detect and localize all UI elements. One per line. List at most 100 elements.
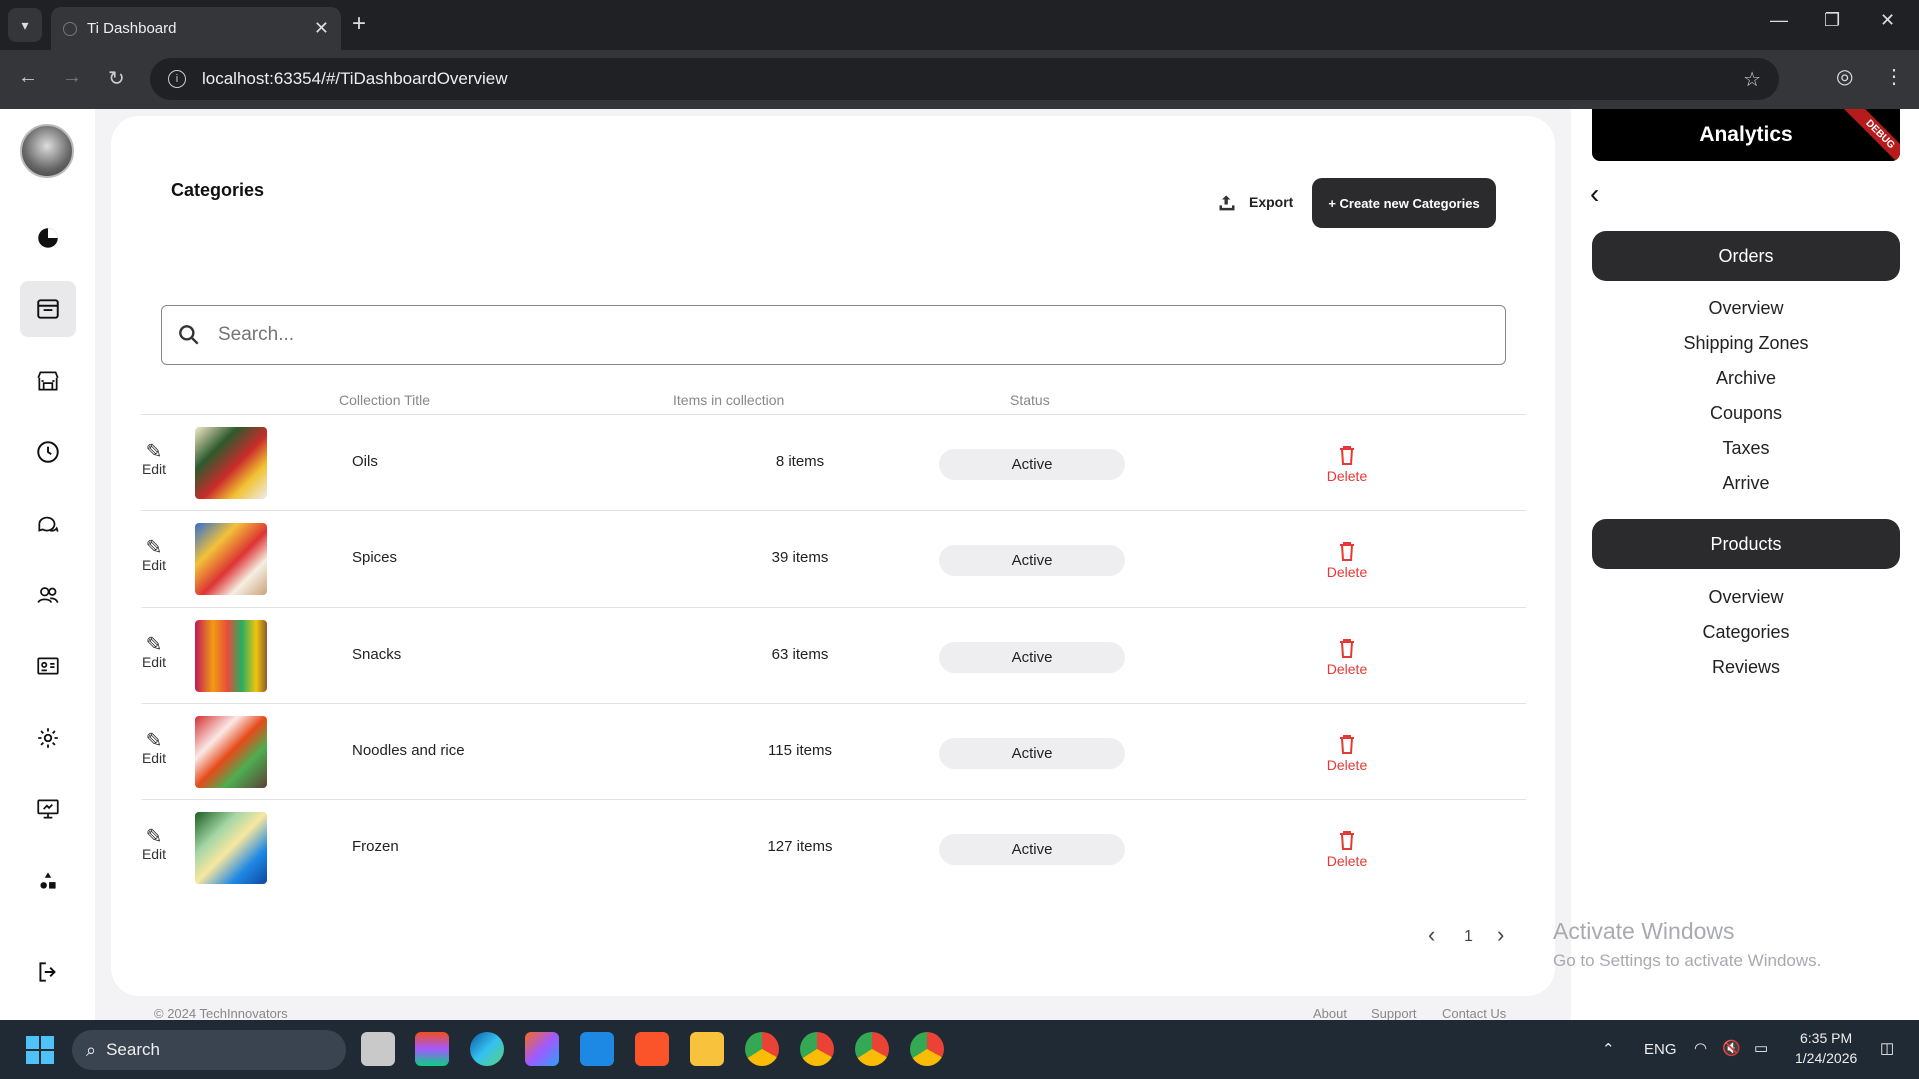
footer-link-contact[interactable]: Contact Us [1442,1006,1506,1021]
delete-button[interactable]: Delete [1322,445,1372,484]
nav-contacts[interactable] [20,638,76,694]
nav-chat[interactable] [20,496,76,552]
menu-kebab-icon[interactable]: ⋮ [1884,64,1904,89]
windows-start-icon[interactable] [26,1036,54,1064]
reviews-link[interactable]: Reviews [1592,657,1900,678]
chrome-icon[interactable] [745,1032,779,1066]
reload-icon[interactable]: ↻ [108,66,125,91]
col-title-header: Collection Title [339,392,431,408]
archive-link[interactable]: Archive [1592,368,1900,389]
task-view-icon[interactable] [361,1032,395,1066]
arrive-link[interactable]: Arrive [1592,473,1900,494]
omnibox[interactable]: i localhost:63354/#/TiDashboardOverview … [150,58,1779,100]
items-count: 8 items [775,453,825,470]
footer-link-about[interactable]: About [1313,1006,1347,1021]
search-input[interactable] [218,324,1418,346]
profile-icon[interactable]: ◎ [1836,64,1853,89]
categories-link[interactable]: Categories [1592,622,1900,643]
next-page-button[interactable]: › [1497,922,1504,948]
status-badge: Active [939,545,1125,576]
edge-icon[interactable] [470,1032,504,1066]
shipping-zones-link[interactable]: Shipping Zones [1592,333,1900,354]
search-icon: ⌕ [86,1039,97,1060]
edit-button[interactable]: ✎ Edit [141,442,167,477]
url-text[interactable]: localhost:63354/#/TiDashboardOverview [202,69,1743,89]
vscode-icon[interactable] [580,1032,614,1066]
delete-button[interactable]: Delete [1322,830,1372,869]
products-group-button[interactable]: Products [1592,519,1900,569]
nav-users[interactable] [20,567,76,623]
activate-windows-subtitle: Go to Settings to activate Windows. [1553,951,1822,970]
edit-button[interactable]: ✎ Edit [141,827,167,862]
orders-overview-link[interactable]: Overview [1592,298,1900,319]
delete-button[interactable]: Delete [1322,638,1372,677]
file-explorer-icon[interactable] [690,1032,724,1066]
prev-page-button[interactable]: ‹ [1428,922,1435,948]
upload-icon [1219,195,1235,211]
page-number[interactable]: 1 [1464,928,1473,946]
search-box[interactable] [161,305,1506,365]
new-tab-button[interactable]: + [352,10,366,38]
chevron-up-icon[interactable]: ⌃ [1602,1040,1615,1058]
nav-settings[interactable] [20,710,76,766]
analytics-header: Analytics DEBUG [1592,109,1900,161]
create-category-button[interactable]: + Create new Categories [1312,178,1496,228]
restore-icon[interactable]: ❐ [1824,10,1840,31]
nav-apps[interactable] [20,853,76,909]
tab-search-button[interactable]: ▾ [8,8,42,42]
chrome-icon[interactable] [910,1032,944,1066]
minimize-icon[interactable]: — [1770,10,1788,31]
delete-button[interactable]: Delete [1322,541,1372,580]
taskbar-search[interactable]: ⌕ Search [72,1030,346,1070]
muted-speaker-icon[interactable]: 🔇 [1722,1039,1741,1057]
edit-button[interactable]: ✎ Edit [141,634,167,670]
nav-analytics[interactable] [20,210,76,266]
gear-icon [38,728,58,748]
figma-icon[interactable] [415,1032,449,1066]
chevron-left-icon[interactable]: ‹ [1590,178,1599,210]
clock-time[interactable]: 6:35 PM [1800,1030,1852,1046]
edit-button[interactable]: ✎ Edit [141,537,167,573]
orders-group-button[interactable]: Orders [1592,231,1900,281]
notification-icon[interactable]: ◫ [1880,1039,1894,1057]
products-overview-link[interactable]: Overview [1592,587,1900,608]
activate-windows-title: Activate Windows [1553,918,1735,944]
nav-inbox[interactable] [20,281,76,337]
forward-icon[interactable]: → [62,66,82,89]
pencil-icon: ✎ [145,634,163,656]
browser-tab[interactable]: Ti Dashboard ✕ [51,7,341,50]
nav-store[interactable] [20,353,76,409]
brave-icon[interactable] [635,1032,669,1066]
delete-button[interactable]: Delete [1322,734,1372,773]
close-window-icon[interactable]: ✕ [1880,10,1895,31]
pencil-icon: ✎ [145,537,163,559]
back-icon[interactable]: ← [18,66,38,89]
chrome-icon[interactable] [800,1032,834,1066]
language-indicator[interactable]: ENG [1644,1041,1677,1058]
nav-display[interactable] [20,781,76,837]
delete-label: Delete [1326,564,1368,580]
collection-title: Oils [352,453,378,470]
coupons-link[interactable]: Coupons [1592,403,1900,424]
trash-icon [1322,541,1372,564]
bookmark-star-icon[interactable]: ☆ [1743,67,1761,92]
trash-icon [1322,445,1372,468]
battery-icon[interactable]: ▭ [1754,1039,1768,1057]
collection-title: Spices [352,549,398,566]
edit-label: Edit [141,654,167,670]
collection-title: Noodles and rice [352,742,465,759]
clock-date[interactable]: 1/24/2026 [1795,1050,1857,1066]
close-tab-icon[interactable]: ✕ [314,18,329,39]
export-button[interactable]: Export [1217,192,1293,212]
wifi-icon[interactable]: ◠ [1694,1039,1707,1057]
taxes-link[interactable]: Taxes [1592,438,1900,459]
nav-history[interactable] [20,424,76,480]
copilot-icon[interactable] [525,1032,559,1066]
table-row: ✎ Edit Noodles and rice 115 items Active … [141,704,1526,800]
footer-link-support[interactable]: Support [1371,1006,1417,1021]
edit-button[interactable]: ✎ Edit [141,731,167,766]
chrome-icon[interactable] [855,1032,889,1066]
info-icon[interactable]: i [168,70,186,88]
avatar[interactable] [20,124,74,178]
nav-logout[interactable] [20,944,76,1000]
